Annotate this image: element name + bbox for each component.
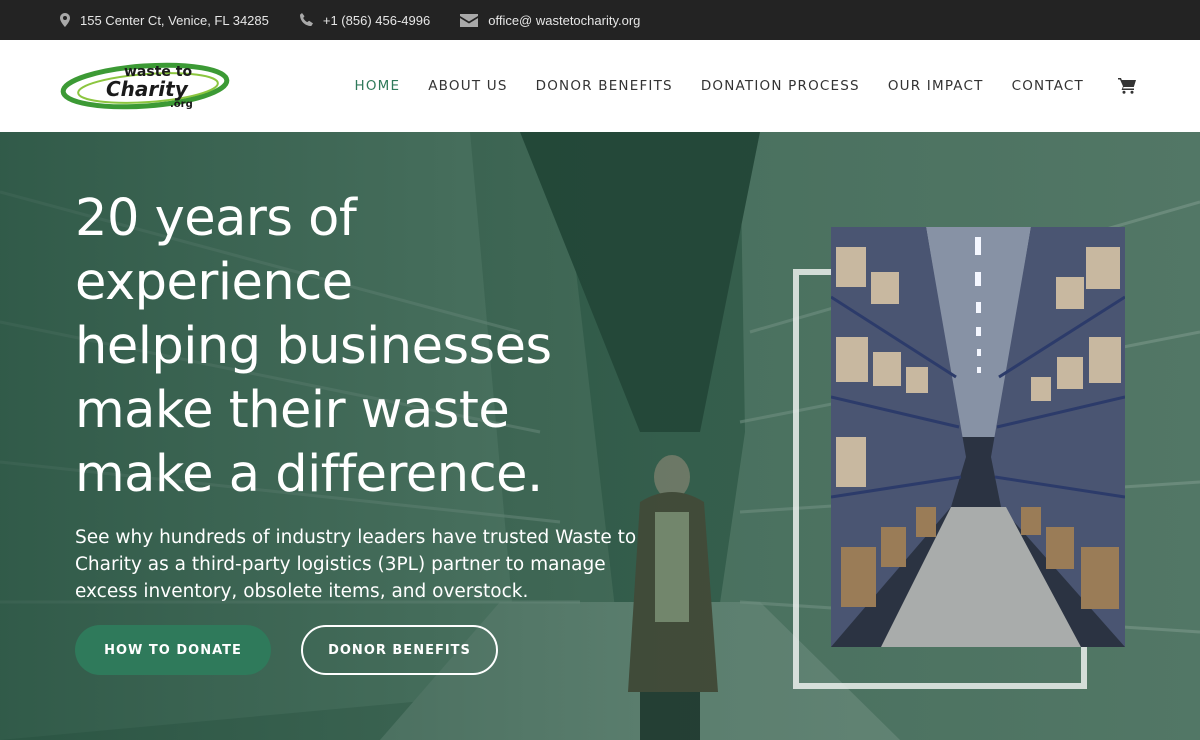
logo-text-charity: Charity xyxy=(106,77,189,101)
email-text[interactable]: office@ wastetocharity.org xyxy=(488,13,640,28)
phone-icon xyxy=(299,13,313,26)
shopping-cart-icon xyxy=(1118,78,1136,94)
headline-line: make a difference. xyxy=(75,445,543,504)
address-info: 155 Center Ct, Venice, FL 34285 xyxy=(60,13,269,28)
envelope-icon xyxy=(460,13,479,27)
headline-line: helping businesses xyxy=(75,317,552,376)
phone-info[interactable]: +1 (856) 456-4996 xyxy=(299,13,430,28)
email-info[interactable]: office@ wastetocharity.org xyxy=(460,13,640,28)
nav-our-impact[interactable]: OUR IMPACT xyxy=(888,78,984,94)
phone-text[interactable]: +1 (856) 456-4996 xyxy=(323,13,430,28)
address-text: 155 Center Ct, Venice, FL 34285 xyxy=(80,12,269,28)
nav-donor-benefits[interactable]: DONOR BENEFITS xyxy=(536,78,673,94)
headline-line: 20 years of xyxy=(75,189,357,248)
logo-text-org: .org xyxy=(170,99,193,110)
donor-benefits-button[interactable]: DONOR BENEFITS xyxy=(301,625,498,675)
headline-line: make their waste xyxy=(75,381,510,440)
cart-button[interactable] xyxy=(1118,78,1136,94)
map-pin-icon xyxy=(60,13,70,27)
site-header: waste to Charity .org HOME ABOUT US DONO… xyxy=(0,40,1200,132)
hero-subtext: See why hundreds of industry leaders hav… xyxy=(75,527,637,602)
nav-contact[interactable]: CONTACT xyxy=(1012,78,1084,94)
top-contact-bar: 155 Center Ct, Venice, FL 34285 +1 (856)… xyxy=(0,0,1200,40)
site-logo[interactable]: waste to Charity .org xyxy=(60,54,235,116)
how-to-donate-button[interactable]: HOW TO DONATE xyxy=(75,625,271,675)
main-nav: HOME ABOUT US DONOR BENEFITS DONATION PR… xyxy=(326,40,1136,132)
nav-donation-process[interactable]: DONATION PROCESS xyxy=(701,78,860,94)
nav-about-us[interactable]: ABOUT US xyxy=(428,78,507,94)
nav-home[interactable]: HOME xyxy=(354,78,400,94)
headline-line: experience xyxy=(75,253,353,312)
hero-headline: 20 years of experience helping businesse… xyxy=(75,187,715,507)
hero-section: 20 years of experience helping businesse… xyxy=(0,132,1200,740)
warehouse-aisle-photo xyxy=(831,227,1125,647)
